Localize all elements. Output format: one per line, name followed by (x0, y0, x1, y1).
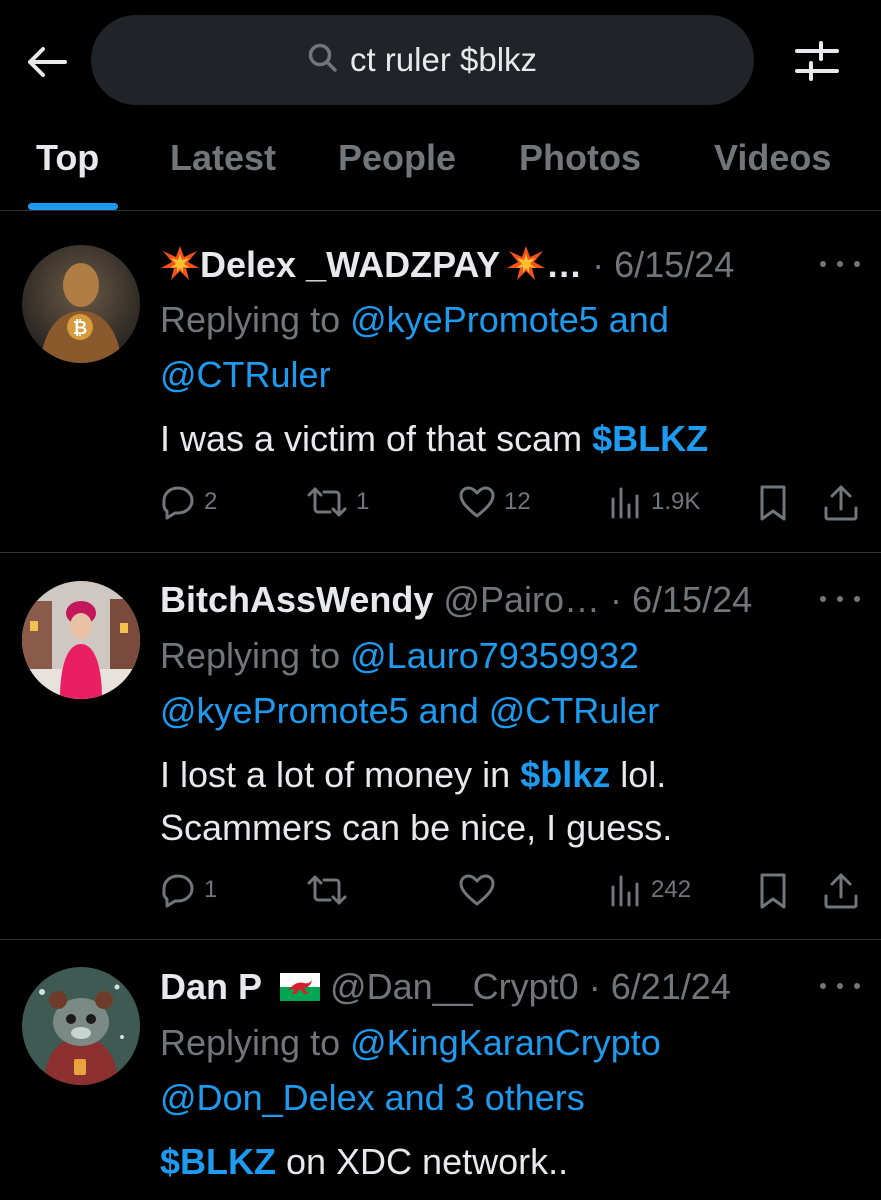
cashtag-link[interactable]: $BLKZ (592, 418, 708, 459)
share-button[interactable] (822, 484, 860, 522)
share-button[interactable] (822, 872, 860, 910)
more-options-icon[interactable] (820, 589, 860, 609)
mention-link[interactable]: @Lauro79359932 (350, 635, 639, 676)
tweet-text-part: on XDC network.. (276, 1141, 569, 1182)
heart-icon (458, 872, 496, 908)
bookmark-button[interactable] (757, 872, 789, 910)
divider (0, 210, 881, 211)
replying-to: Replying to @Lauro79359932 (160, 636, 639, 676)
reply-icon (160, 872, 196, 908)
handle: @Dan__Crypt0 (330, 966, 579, 1007)
views-icon (609, 484, 643, 520)
reply-count: 2 (204, 488, 218, 515)
tab-videos[interactable]: Videos (714, 137, 831, 179)
cashtag-link[interactable]: $BLKZ (160, 1141, 276, 1182)
reply-button[interactable]: 1 (160, 872, 217, 908)
tweet-text: I lost a lot of money in $blkz lol. (160, 755, 666, 795)
more-options-icon[interactable] (820, 254, 860, 274)
tweet-header: Dan P @Dan__Crypt0 · 6/21/24 (160, 967, 731, 1009)
handle: @Pairo… (443, 579, 601, 620)
retweet-icon (306, 872, 348, 908)
retweet-icon (306, 484, 348, 520)
mention-link[interactable]: @kyePromote5 and (350, 299, 669, 340)
like-count: 12 (504, 488, 531, 515)
divider (0, 939, 881, 940)
retweet-count: 1 (356, 488, 370, 515)
tab-latest[interactable]: Latest (170, 137, 276, 179)
tweet-header: BitchAssWendy @Pairo… · 6/15/24 (160, 580, 752, 620)
share-icon (822, 872, 860, 910)
dot-separator: · (578, 966, 611, 1007)
views-icon (609, 872, 643, 908)
divider (0, 552, 881, 553)
like-button[interactable]: 12 (458, 484, 531, 520)
search-filter-icon[interactable] (790, 38, 844, 84)
search-input[interactable]: ct ruler $blkz (91, 15, 754, 105)
share-icon (822, 484, 860, 522)
wales-flag-icon (280, 969, 321, 1009)
views-button[interactable]: 1.9K (609, 484, 700, 520)
tweet-text: Scammers can be nice, I guess. (160, 807, 673, 848)
replying-prefix: Replying to (160, 1022, 341, 1063)
avatar[interactable] (22, 581, 140, 699)
dot-separator: · (600, 579, 633, 620)
tweet-date[interactable]: 6/15/24 (632, 579, 752, 620)
bookmark-icon (757, 484, 789, 522)
avatar[interactable] (22, 967, 140, 1085)
view-count: 242 (651, 876, 692, 903)
view-count: 1.9K (651, 488, 701, 515)
search-query: ct ruler $blkz (349, 41, 538, 78)
tweet-text-part: I lost a lot of money in (160, 754, 521, 795)
views-button[interactable]: 242 (609, 872, 691, 908)
mention-link[interactable]: @CTRuler (160, 355, 331, 395)
tweet-text-part: lol. (610, 754, 667, 795)
bookmark-icon (757, 872, 789, 910)
tab-top[interactable]: Top (36, 137, 99, 179)
tab-photos[interactable]: Photos (519, 137, 641, 179)
burst-emoji-icon (506, 245, 546, 289)
display-name[interactable]: Delex _WADZPAY (200, 244, 500, 285)
display-name[interactable]: Dan P (160, 966, 262, 1007)
retweet-button[interactable]: 1 (306, 484, 369, 520)
mention-link[interactable]: @KingKaranCrypto (350, 1022, 661, 1063)
replying-prefix: Replying to (160, 299, 341, 340)
mention-link[interactable]: @kyePromote5 and @CTRuler (160, 691, 659, 731)
dot-separator: · (582, 244, 615, 285)
avatar[interactable]: ₿ (22, 245, 140, 363)
reply-icon (160, 484, 196, 520)
more-options-icon[interactable] (820, 976, 860, 996)
tweet-date[interactable]: 6/15/24 (614, 244, 734, 285)
bookmark-button[interactable] (757, 484, 789, 522)
heart-icon (458, 484, 496, 520)
search-icon (308, 43, 338, 78)
mention-link[interactable]: @Don_Delex and 3 others (160, 1078, 585, 1118)
replying-to: Replying to @KingKaranCrypto (160, 1023, 661, 1063)
back-arrow-icon[interactable] (22, 40, 70, 84)
display-name[interactable]: BitchAssWendy (160, 579, 433, 620)
svg-text:₿: ₿ (73, 318, 88, 339)
tweet-date[interactable]: 6/21/24 (611, 966, 731, 1007)
cashtag-link[interactable]: $blkz (520, 754, 610, 795)
tweet-text: $BLKZ on XDC network.. (160, 1142, 568, 1182)
burst-emoji-icon (160, 245, 200, 289)
tweet-text: I was a victim of that scam $BLKZ (160, 419, 708, 459)
active-tab-indicator (28, 203, 118, 210)
replying-prefix: Replying to (160, 635, 341, 676)
reply-button[interactable]: 2 (160, 484, 217, 520)
tab-people[interactable]: People (338, 137, 456, 179)
replying-to: Replying to @kyePromote5 and (160, 300, 669, 340)
retweet-button[interactable] (306, 872, 348, 908)
like-button[interactable] (458, 872, 496, 908)
reply-count: 1 (204, 876, 218, 903)
tweet-header: Delex _WADZPAY … · 6/15/24 (160, 245, 734, 289)
tweet-text-part: I was a victim of that scam (160, 418, 593, 459)
handle: … (546, 244, 583, 285)
